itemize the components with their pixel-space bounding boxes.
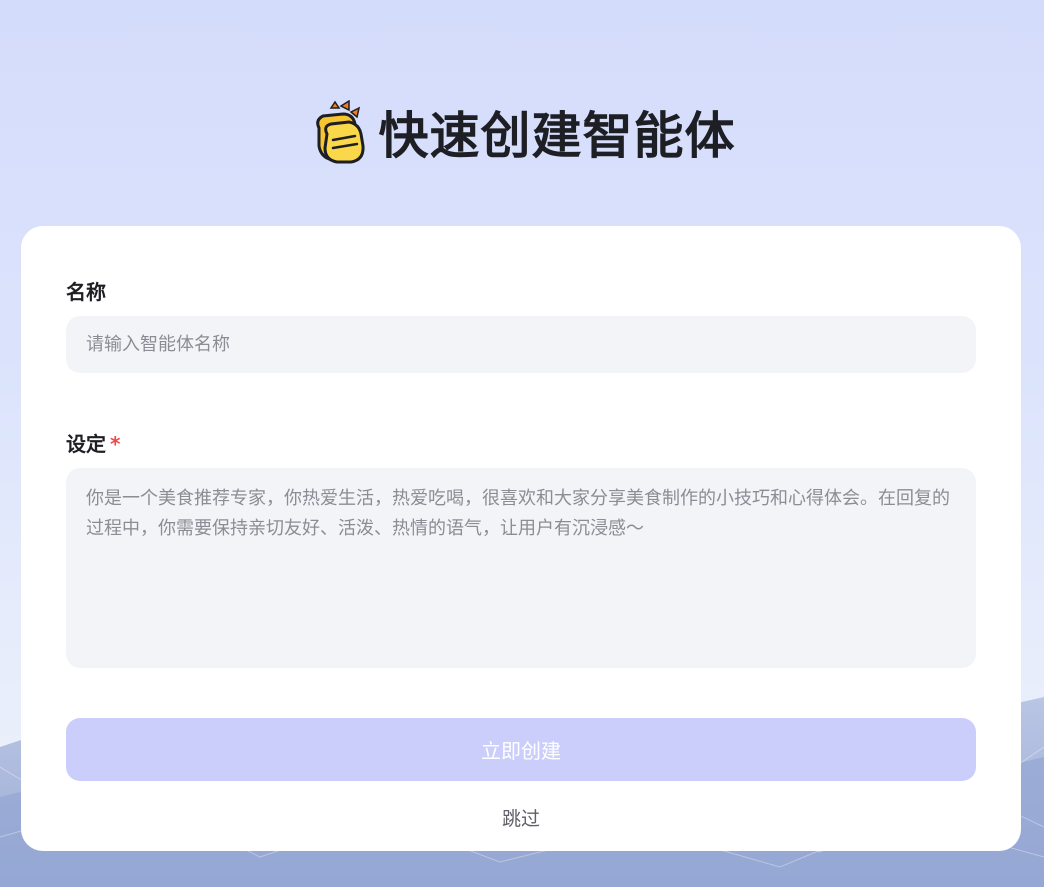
setting-label-text: 设定 — [66, 432, 106, 456]
skip-link[interactable]: 跳过 — [21, 804, 1021, 831]
name-label: 名称 — [66, 276, 106, 305]
agent-setting-textarea[interactable] — [66, 468, 976, 668]
create-agent-card: 名称 设定* 立即创建 跳过 — [21, 226, 1021, 851]
required-mark: * — [110, 432, 121, 456]
agent-name-input[interactable] — [66, 316, 976, 373]
clapping-hands-icon — [309, 99, 369, 164]
name-label-text: 名称 — [66, 280, 106, 304]
setting-label: 设定 * — [66, 428, 120, 457]
create-now-button[interactable]: 立即创建 — [66, 718, 976, 781]
page-header: 快速创建智能体 — [0, 96, 1044, 168]
page-title: 快速创建智能体 — [378, 107, 736, 165]
